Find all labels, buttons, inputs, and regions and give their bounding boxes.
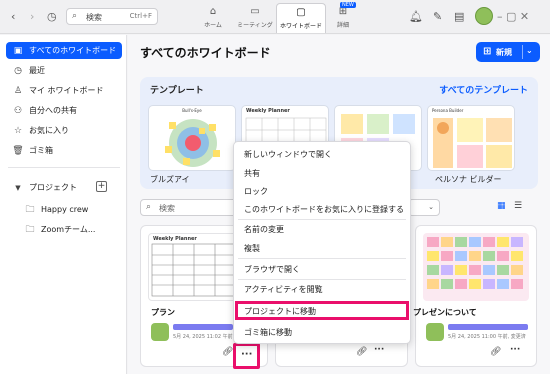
- sidebar-item-my-whiteboards[interactable]: ♙ マイ ホワイトボード: [6, 82, 122, 99]
- back-icon[interactable]: ‹: [11, 10, 15, 23]
- tab-more[interactable]: NEW ⊞ 詳細: [320, 2, 366, 33]
- more-options-icon[interactable]: ···: [510, 345, 520, 355]
- new-button[interactable]: ⊞ 新規 ⌄: [476, 42, 540, 62]
- bullseye-thumbnail: [165, 119, 220, 167]
- avatar[interactable]: [475, 7, 493, 25]
- bell-icon[interactable]: 🔔︎: [409, 10, 423, 23]
- list-view-icon[interactable]: ☰: [514, 201, 522, 211]
- search-input[interactable]: ⌕ 検索 Ctrl+F: [66, 8, 158, 25]
- board-name: プラン: [151, 308, 175, 317]
- menu-item-move-to-trash[interactable]: ゴミ箱に移動: [244, 327, 292, 338]
- clock-icon: ◷: [14, 65, 22, 76]
- menu-item-share[interactable]: 共有: [244, 168, 260, 179]
- more-options-button-highlighted[interactable]: ···: [233, 343, 260, 369]
- chevron-down-icon[interactable]: ⌄: [526, 46, 533, 55]
- home-icon: ⌂: [209, 6, 217, 17]
- board-thumbnail: [423, 233, 529, 301]
- edit-icon[interactable]: ✎: [433, 10, 442, 23]
- context-menu: 新しいウィンドウで開く 共有 ロック このホワイトボードをお気に入りに登録する …: [233, 141, 411, 344]
- sidebar-divider: [8, 167, 120, 168]
- menu-item-open-new-window[interactable]: 新しいウィンドウで開く: [244, 149, 332, 160]
- menu-divider: [238, 279, 406, 280]
- all-templates-link[interactable]: すべてのテンプレート: [439, 83, 528, 96]
- sidebar: ▣ すべてのホワイトボード ◷ 最近 ♙ マイ ホワイトボード ⚇ 自分への共有…: [0, 35, 127, 374]
- add-project-icon[interactable]: +: [96, 181, 107, 192]
- page-title: すべてのホワイトボード: [140, 46, 271, 60]
- templates-title: テンプレート: [150, 86, 204, 96]
- search-icon: ⌕: [72, 11, 78, 21]
- persona-thumbnail: [433, 118, 512, 168]
- link-icon[interactable]: 🔗︎: [222, 347, 233, 357]
- caret-down-icon: ▼: [15, 183, 21, 192]
- people-icon: ⚇: [13, 105, 23, 116]
- more-options-icon: ···: [241, 349, 253, 360]
- sort-select[interactable]: ⌄: [408, 199, 440, 216]
- plus-icon: ⊞: [483, 46, 492, 57]
- more-options-icon[interactable]: ···: [374, 345, 384, 355]
- template-label-persona-builder: ペルソナ ビルダー: [435, 175, 502, 184]
- chevron-down-icon: ⌄: [428, 203, 434, 211]
- tab-whiteboard[interactable]: ▢ ホワイトボード: [276, 3, 326, 33]
- sidebar-item-all-whiteboards[interactable]: ▣ すべてのホワイトボード: [6, 42, 122, 59]
- sidebar-item-shared[interactable]: ⚇ 自分への共有: [6, 102, 122, 119]
- link-icon[interactable]: 🔗︎: [490, 347, 501, 357]
- video-icon: ▭: [250, 6, 260, 17]
- menu-divider: [238, 219, 406, 220]
- top-bar: ‹ › ◷ ⌕ 検索 Ctrl+F ⌂ ホーム ▭ ミーティング ▢ ホワイトボ…: [0, 0, 550, 34]
- link-icon[interactable]: 🔗︎: [356, 347, 367, 357]
- search-icon: ⌕: [146, 202, 152, 212]
- sidebar-item-favorites[interactable]: ☆ お気に入り: [6, 122, 122, 139]
- template-label-bullseye: ブルズアイ: [150, 175, 190, 184]
- tab-meetings[interactable]: ▭ ミーティング: [232, 3, 278, 33]
- menu-item-lock[interactable]: ロック: [244, 186, 268, 197]
- grid-view-icon[interactable]: ▦: [497, 201, 506, 211]
- tab-home[interactable]: ⌂ ホーム: [190, 3, 236, 33]
- folder-icon: 🗀︎: [25, 204, 35, 215]
- window-controls: – ▢ ✕: [497, 10, 530, 23]
- menu-item-move-to-project[interactable]: プロジェクトに移動: [235, 301, 409, 320]
- owner-avatar: [151, 323, 169, 341]
- template-card-bullseye[interactable]: Bull's-Eye: [148, 105, 236, 171]
- whiteboard-icon: ▢: [296, 7, 306, 18]
- menu-item-view-activity[interactable]: アクティビティを閲覧: [244, 284, 323, 295]
- owner-name-bar: [448, 324, 528, 330]
- template-card-persona-builder[interactable]: Persona Builder: [427, 105, 515, 171]
- new-badge: NEW: [340, 2, 356, 8]
- sidebar-project-zoom-team[interactable]: 🗀︎ Zoomチーム...: [18, 221, 122, 238]
- history-icon[interactable]: ◷: [47, 10, 57, 23]
- menu-item-open-browser[interactable]: ブラウザで開く: [244, 264, 300, 275]
- board-name: プレゼンについて: [413, 308, 477, 317]
- menu-item-rename[interactable]: 名前の変更: [244, 224, 284, 235]
- board-card-presentation[interactable]: プレゼンについて 5月 24, 2025 11:00 午前, 変更済 🔗︎ ··…: [413, 225, 537, 367]
- star-icon: ☆: [13, 125, 23, 136]
- folder-icon: 🗀︎: [25, 224, 35, 235]
- sidebar-item-trash[interactable]: 🗑︎ ゴミ箱: [6, 142, 122, 159]
- owner-name-bar: [173, 324, 233, 330]
- board-modified-time: 5月 24, 2025 11:00 午前, 変更済: [448, 334, 526, 340]
- panel-icon[interactable]: ▤: [454, 10, 464, 23]
- menu-divider: [238, 258, 406, 259]
- user-icon: ♙: [13, 85, 23, 96]
- menu-item-duplicate[interactable]: 複製: [244, 243, 260, 254]
- board-icon: ▣: [13, 45, 23, 56]
- menu-item-add-favorite[interactable]: このホワイトボードをお気に入りに登録する: [244, 204, 404, 215]
- trash-icon: 🗑︎: [12, 145, 24, 156]
- sidebar-project-happy-crew[interactable]: 🗀︎ Happy crew: [18, 201, 122, 218]
- sidebar-item-recent[interactable]: ◷ 最近: [6, 62, 122, 79]
- owner-avatar: [426, 323, 444, 341]
- forward-icon[interactable]: ›: [30, 10, 34, 23]
